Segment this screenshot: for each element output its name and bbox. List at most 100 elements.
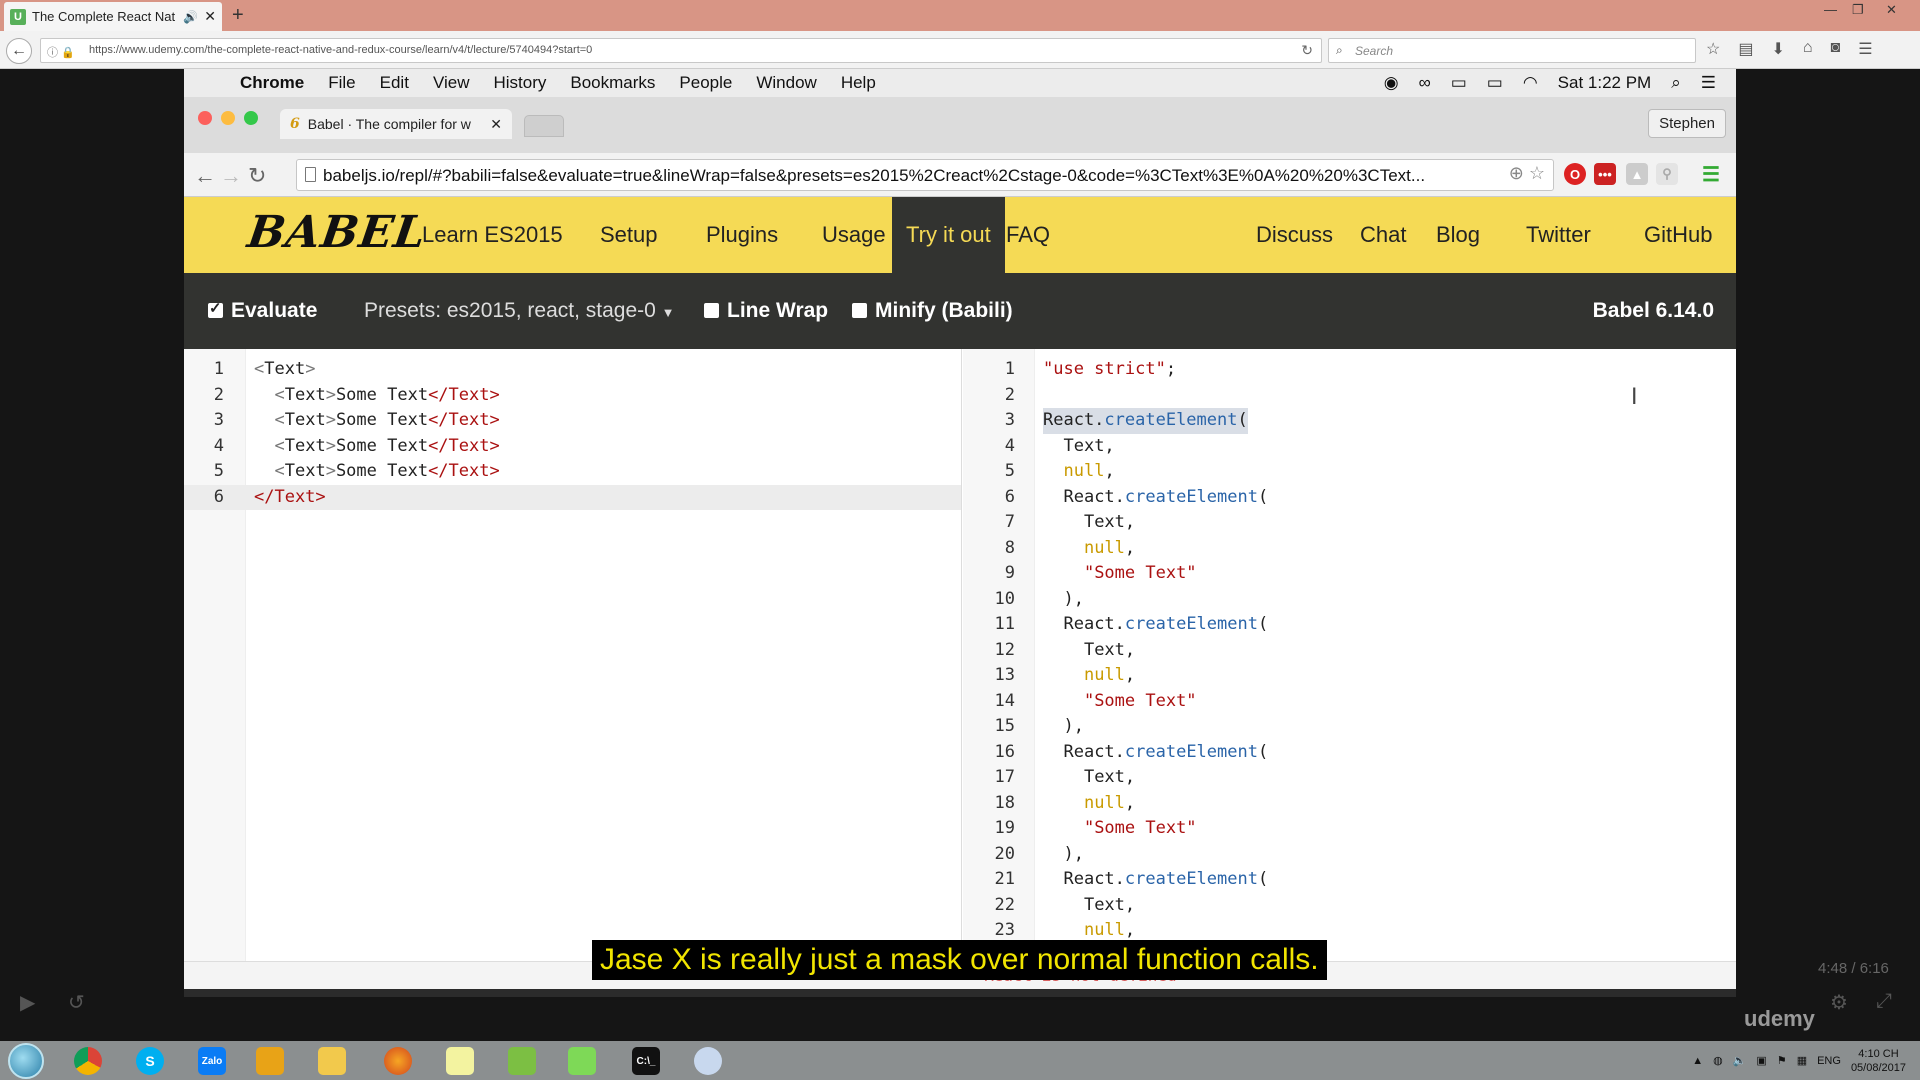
menu-edit[interactable]: Edit — [380, 73, 409, 93]
nav-learn-es2015[interactable]: Learn ES2015 — [422, 197, 563, 273]
mac-clock[interactable]: Sat 1:22 PM — [1558, 73, 1652, 93]
firefox-url-bar[interactable]: ⓘ 🔒 https://www.udemy.com/the-complete-r… — [40, 38, 1322, 63]
taskbar-zalo[interactable]: Zalo — [186, 1043, 238, 1079]
menu-help[interactable]: Help — [841, 73, 876, 93]
play-icon[interactable]: ▶ — [20, 990, 35, 1015]
menu-file[interactable]: File — [328, 73, 355, 93]
tray-app-icon[interactable]: ▣ — [1756, 1054, 1766, 1067]
profile-button[interactable]: Stephen — [1648, 109, 1726, 138]
input-editor[interactable]: 1 <Text> 2 <Text>Some Text</Text> 3 <Text… — [184, 349, 962, 961]
taskbar-skype[interactable]: S — [124, 1043, 176, 1079]
reading-list-icon[interactable]: ▤ — [1738, 39, 1753, 59]
close-window-button[interactable]: ✕ — [1886, 2, 1897, 18]
code-text: null, — [1083, 537, 1136, 558]
code-line: 21 React.createElement( — [963, 867, 1736, 893]
chrome-omnibox[interactable]: babeljs.io/repl/#?babili=false&evaluate=… — [296, 159, 1554, 191]
back-arrow-icon[interactable]: ← — [194, 163, 216, 189]
menu-view[interactable]: View — [433, 73, 470, 93]
record-icon[interactable]: ◉ — [1384, 73, 1399, 93]
back-button[interactable]: ← — [6, 38, 32, 64]
minimize-window-button[interactable]: — — [1824, 2, 1837, 17]
chrome-new-tab-button[interactable] — [524, 115, 564, 137]
zoom-traffic-light[interactable] — [244, 111, 258, 125]
reload-icon[interactable]: ↻ — [248, 163, 266, 189]
pocket-icon[interactable]: ◙ — [1831, 39, 1841, 59]
new-tab-button[interactable]: + — [232, 4, 244, 27]
taskbar-chrome[interactable] — [62, 1043, 114, 1079]
menu-icon[interactable]: ☰ — [1858, 39, 1872, 59]
forward-arrow-icon[interactable]: → — [220, 163, 242, 189]
nav-try-it-out[interactable]: Try it out — [892, 197, 1005, 273]
firefox-search-box[interactable]: ⌕ Search — [1328, 38, 1696, 63]
presets-dropdown[interactable]: Presets: es2015, react, stage-0 ▼ — [364, 299, 675, 323]
babel-logo[interactable]: BABEL — [244, 207, 429, 258]
menu-history[interactable]: History — [493, 73, 546, 93]
airplay-icon[interactable]: ▭ — [1451, 73, 1467, 93]
menu-bookmarks[interactable]: Bookmarks — [570, 73, 655, 93]
nav-faq[interactable]: FAQ — [1006, 197, 1050, 273]
fullscreen-icon[interactable]: ⤢ — [1876, 990, 1892, 1013]
firefox-tab-udemy[interactable]: U The Complete React Nat 🔊 ✕ — [4, 2, 222, 31]
maximize-window-button[interactable]: ❐ — [1852, 2, 1864, 18]
menu-app-chrome[interactable]: Chrome — [240, 73, 304, 93]
output-code-lines: 1 "use strict"; 2 3 React.createElement( 4… — [963, 357, 1736, 961]
nav-setup[interactable]: Setup — [600, 197, 658, 273]
download-icon[interactable]: ⬇ — [1771, 39, 1784, 59]
network-icon[interactable]: ▦ — [1797, 1054, 1807, 1067]
spotlight-icon[interactable]: ⌕ — [1671, 73, 1681, 93]
home-icon[interactable]: ⌂ — [1803, 39, 1813, 59]
notification-center-icon[interactable]: ☰ — [1701, 73, 1716, 93]
taskbar-android-studio[interactable] — [496, 1043, 548, 1079]
menu-people[interactable]: People — [679, 73, 732, 93]
language-indicator[interactable]: ENG — [1817, 1055, 1841, 1067]
close-tab-icon[interactable]: ✕ — [490, 116, 502, 133]
opera-extension-icon[interactable]: O — [1564, 163, 1586, 185]
tray-expand-icon[interactable]: ▲ — [1692, 1055, 1703, 1067]
minimize-traffic-light[interactable] — [221, 111, 235, 125]
tray-skype-icon[interactable]: ◍ — [1713, 1054, 1723, 1067]
settings-icon[interactable]: ⚙ — [1830, 990, 1848, 1015]
nav-twitter[interactable]: Twitter — [1526, 197, 1591, 273]
taskbar-app[interactable] — [434, 1043, 486, 1079]
nav-github[interactable]: GitHub — [1644, 197, 1712, 273]
babel-header: BABEL Learn ES2015 Setup Plugins Usage ▼… — [184, 197, 1736, 273]
evaluate-checkbox[interactable]: Evaluate — [208, 299, 317, 323]
close-tab-icon[interactable]: ✕ — [204, 8, 216, 25]
battery-icon[interactable]: ▭ — [1487, 73, 1503, 93]
taskbar-cmd[interactable]: C:\_ — [620, 1043, 672, 1079]
taskbar-app[interactable] — [244, 1043, 296, 1079]
bookmark-star-icon[interactable]: ☆ — [1706, 39, 1720, 59]
glasses-icon[interactable]: ∞ — [1419, 73, 1431, 93]
rewind-icon[interactable]: ↺ — [68, 990, 85, 1015]
line-wrap-checkbox[interactable]: Line Wrap — [704, 299, 828, 323]
wifi-icon[interactable]: ◠ — [1523, 73, 1538, 93]
taskbar-clock[interactable]: 4:10 CH 05/08/2017 — [1851, 1047, 1906, 1075]
nav-blog[interactable]: Blog — [1436, 197, 1480, 273]
volume-icon[interactable]: 🔈 — [1733, 1054, 1747, 1067]
code-line: 5 <Text>Some Text</Text> — [184, 459, 961, 485]
chrome-tab-babel[interactable]: 6 Babel · The compiler for w ✕ — [280, 109, 512, 139]
taskbar-firefox[interactable] — [372, 1043, 424, 1079]
nav-discuss[interactable]: Discuss — [1256, 197, 1333, 273]
taskbar-app[interactable] — [556, 1043, 608, 1079]
nav-plugins[interactable]: Plugins — [706, 197, 778, 273]
close-traffic-light[interactable] — [198, 111, 212, 125]
speaker-icon[interactable]: 🔊 — [183, 10, 198, 24]
drive-extension-icon[interactable]: ▲ — [1626, 163, 1648, 185]
lastpass-extension-icon[interactable]: ••• — [1594, 163, 1616, 185]
chrome-url-text: babeljs.io/repl/#?babili=false&evaluate=… — [323, 166, 1426, 185]
extension-icon[interactable]: ⚲ — [1656, 163, 1678, 185]
zoom-icon[interactable]: ⊕ — [1509, 163, 1524, 183]
taskbar-paint[interactable] — [682, 1043, 734, 1079]
udemy-favicon-icon: U — [10, 8, 26, 25]
start-button[interactable] — [8, 1043, 44, 1079]
reload-icon[interactable]: ↻ — [1301, 42, 1313, 59]
chrome-menu-icon[interactable]: ☰ — [1700, 163, 1722, 186]
minify-checkbox[interactable]: Minify (Babili) — [852, 299, 1013, 323]
star-icon[interactable]: ☆ — [1529, 163, 1545, 183]
menu-window[interactable]: Window — [756, 73, 816, 93]
output-editor[interactable]: 1 "use strict"; 2 3 React.createElement( 4… — [963, 349, 1736, 961]
nav-chat[interactable]: Chat — [1360, 197, 1406, 273]
taskbar-explorer[interactable] — [306, 1043, 358, 1079]
flag-icon[interactable]: ⚑ — [1777, 1054, 1787, 1067]
